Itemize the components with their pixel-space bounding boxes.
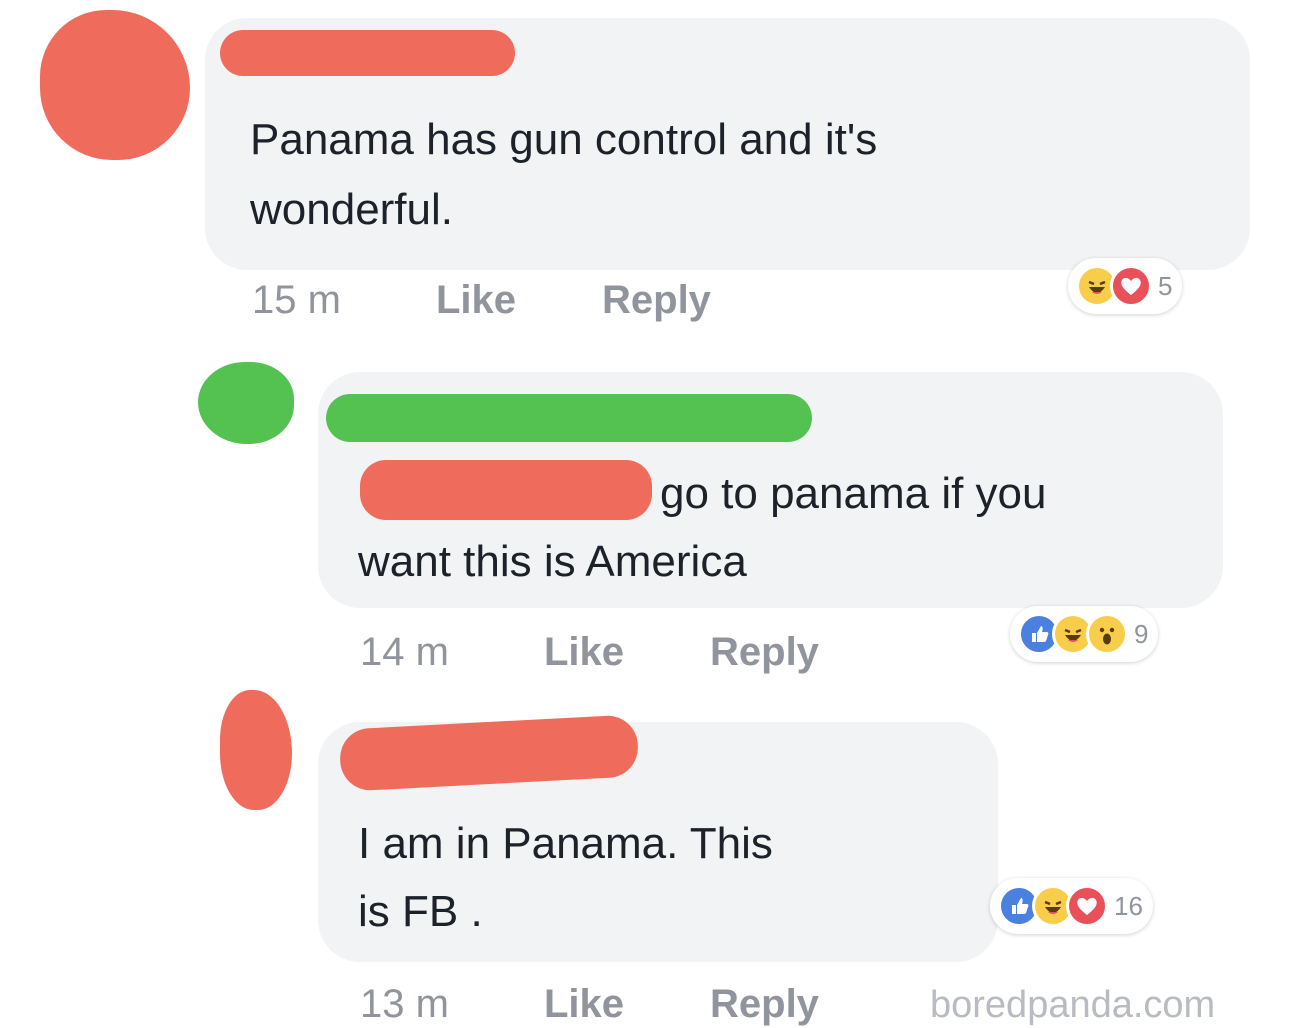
comment-timestamp: 15 m: [252, 278, 341, 322]
reaction-count: 5: [1158, 270, 1173, 301]
reply-link[interactable]: Reply: [602, 276, 711, 324]
reaction-summary[interactable]: 9: [1010, 606, 1159, 662]
reaction-summary[interactable]: 16: [990, 878, 1153, 934]
reaction-count: 9: [1134, 618, 1149, 649]
reply-link[interactable]: Reply: [710, 628, 819, 676]
wow-reaction-icon: [1086, 613, 1128, 655]
avatar-redacted[interactable]: [40, 10, 190, 160]
reaction-count: 16: [1114, 890, 1143, 921]
author-name-redacted[interactable]: [326, 394, 812, 442]
comment-text-line: is FB .: [358, 887, 483, 936]
like-link[interactable]: Like: [544, 980, 624, 1028]
comment-text-line: wonderful.: [250, 185, 454, 234]
avatar-redacted[interactable]: [220, 690, 292, 810]
heart-reaction-icon: [1066, 885, 1108, 927]
comment-timestamp: 13 m: [360, 982, 449, 1026]
mention-redacted[interactable]: [360, 460, 652, 520]
like-link[interactable]: Like: [544, 628, 624, 676]
author-name-redacted[interactable]: [220, 30, 515, 76]
like-link[interactable]: Like: [436, 276, 516, 324]
comment-text-line: Panama has gun control and it's: [250, 115, 878, 164]
reply-link[interactable]: Reply: [710, 980, 819, 1028]
comment-timestamp: 14 m: [360, 630, 449, 674]
comment-text-line: want this is America: [358, 537, 747, 586]
reaction-summary[interactable]: 5: [1068, 258, 1183, 314]
comment-text-line: go to panama if you: [660, 469, 1047, 518]
heart-reaction-icon: [1110, 265, 1152, 307]
avatar-redacted[interactable]: [198, 362, 294, 444]
comment-text-line: I am in Panama. This: [358, 819, 773, 868]
